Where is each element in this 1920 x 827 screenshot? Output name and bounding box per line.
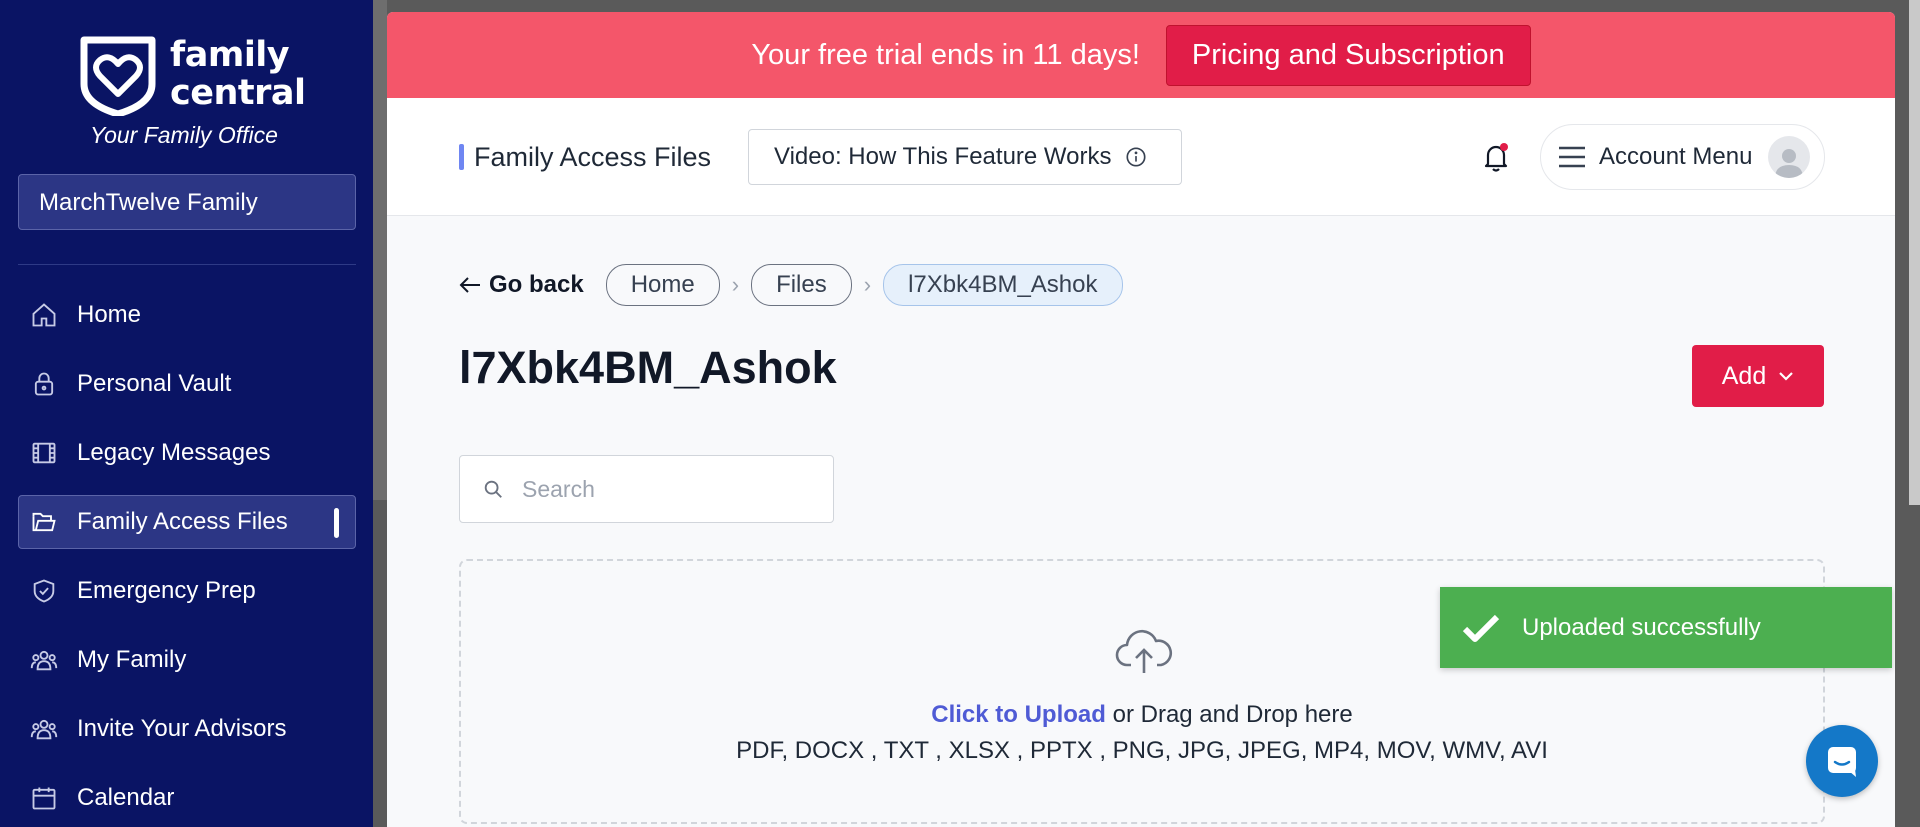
sidebar-item-label: Family Access Files bbox=[77, 508, 288, 535]
sidebar-item-label: Invite Your Advisors bbox=[77, 715, 287, 742]
sidebar-nav: Home Personal Vault Legacy Messages Fami… bbox=[18, 288, 356, 827]
folder-icon bbox=[29, 507, 59, 537]
video-button-label: Video: How This Feature Works bbox=[774, 143, 1112, 170]
chevron-right-icon: › bbox=[863, 272, 872, 297]
sidebar-scrollbar[interactable] bbox=[373, 0, 387, 827]
notification-bell-icon[interactable] bbox=[1480, 140, 1512, 174]
sidebar-item-label: Emergency Prep bbox=[77, 577, 256, 604]
trial-message: Your free trial ends in 11 days! bbox=[751, 38, 1140, 71]
sidebar-item-family-access-files[interactable]: Family Access Files bbox=[18, 495, 356, 549]
add-button-label: Add bbox=[1721, 361, 1767, 390]
page-section-label: Family Access Files bbox=[459, 142, 711, 172]
people-icon bbox=[29, 645, 59, 675]
heart-shield-logo-icon bbox=[80, 36, 156, 116]
account-menu-label: Account Menu bbox=[1599, 143, 1753, 170]
click-to-upload-link[interactable]: Click to Upload bbox=[931, 701, 1106, 728]
brand-logo[interactable]: family central Your Family Office bbox=[78, 34, 318, 154]
family-selector[interactable]: MarchTwelve Family bbox=[18, 174, 356, 230]
top-bar: Family Access Files Video: How This Feat… bbox=[387, 98, 1895, 216]
chevron-down-icon bbox=[1779, 372, 1794, 381]
sidebar-item-calendar[interactable]: Calendar bbox=[18, 771, 356, 825]
people-icon bbox=[29, 714, 59, 744]
avatar bbox=[1768, 136, 1810, 178]
sidebar-item-emergency-prep[interactable]: Emergency Prep bbox=[18, 564, 356, 618]
home-icon bbox=[29, 300, 59, 330]
search-box bbox=[459, 455, 834, 523]
sidebar-scrollbar-thumb[interactable] bbox=[373, 0, 387, 500]
page-title: l7Xbk4BM_Ashok bbox=[459, 342, 837, 393]
sidebar-item-label: Home bbox=[77, 301, 142, 328]
breadcrumb-home[interactable]: Home bbox=[605, 264, 720, 306]
film-icon bbox=[29, 438, 59, 468]
shield-icon bbox=[29, 576, 59, 606]
breadcrumb-current-folder[interactable]: l7Xbk4BM_Ashok bbox=[883, 264, 1123, 306]
trial-banner: Your free trial ends in 11 days! Pricing… bbox=[387, 12, 1895, 98]
sidebar-item-my-family[interactable]: My Family bbox=[18, 633, 356, 687]
arrow-left-icon bbox=[459, 277, 480, 293]
chat-icon bbox=[1828, 747, 1856, 777]
go-back-label: Go back bbox=[489, 271, 584, 298]
checkmark-icon bbox=[1462, 614, 1500, 642]
calendar-icon bbox=[29, 783, 59, 813]
success-toast[interactable]: Uploaded successfully bbox=[1440, 587, 1892, 668]
toast-message: Uploaded successfully bbox=[1522, 613, 1761, 641]
go-back-link[interactable]: Go back bbox=[459, 271, 584, 299]
page-scrollbar-thumb[interactable] bbox=[1909, 0, 1920, 505]
lock-icon bbox=[29, 369, 59, 399]
add-button[interactable]: Add bbox=[1692, 345, 1824, 407]
main-content: Your free trial ends in 11 days! Pricing… bbox=[387, 12, 1895, 827]
sidebar-item-label: Calendar bbox=[77, 784, 175, 811]
drag-drop-text: or Drag and Drop here bbox=[1105, 701, 1353, 728]
upload-instructions: Click to Upload or Drag and Drop here bbox=[461, 701, 1823, 729]
chat-launcher-button[interactable] bbox=[1806, 725, 1878, 797]
cloud-upload-icon bbox=[1115, 629, 1173, 673]
pricing-subscription-button[interactable]: Pricing and Subscription bbox=[1165, 24, 1531, 86]
search-icon bbox=[484, 480, 502, 498]
sidebar-item-invite-your-advisors[interactable]: Invite Your Advisors bbox=[18, 702, 356, 756]
search-input[interactable] bbox=[522, 475, 822, 503]
brand-tagline: Your Family Office bbox=[90, 122, 278, 148]
section-label-text: Family Access Files bbox=[474, 141, 712, 172]
page-scrollbar[interactable] bbox=[1895, 0, 1920, 827]
sidebar-item-label: Personal Vault bbox=[77, 370, 232, 397]
info-icon bbox=[1126, 147, 1147, 167]
sidebar-item-label: Legacy Messages bbox=[77, 439, 271, 466]
brand-name: family central bbox=[170, 35, 306, 113]
sidebar-item-legacy-messages[interactable]: Legacy Messages bbox=[18, 426, 356, 480]
allowed-formats: PDF, DOCX , TXT , XLSX , PPTX , PNG, JPG… bbox=[736, 737, 1548, 764]
user-avatar-icon bbox=[1775, 149, 1803, 178]
sidebar-divider bbox=[18, 264, 356, 265]
sidebar-item-home[interactable]: Home bbox=[18, 288, 356, 342]
sidebar-item-personal-vault[interactable]: Personal Vault bbox=[18, 357, 356, 411]
section-accent-bar bbox=[459, 144, 464, 170]
sidebar-item-label: My Family bbox=[77, 646, 187, 673]
active-indicator bbox=[334, 508, 339, 538]
breadcrumb-files[interactable]: Files bbox=[751, 264, 852, 306]
sidebar: family central Your Family Office MarchTw… bbox=[0, 0, 373, 827]
video-how-it-works-button[interactable]: Video: How This Feature Works bbox=[748, 129, 1182, 185]
chevron-right-icon: › bbox=[731, 272, 740, 297]
hamburger-menu-icon bbox=[1559, 146, 1585, 168]
account-menu-button[interactable]: Account Menu bbox=[1540, 124, 1825, 190]
breadcrumb: Go back Home › Files › l7Xbk4BM_Ashok bbox=[459, 264, 1123, 306]
